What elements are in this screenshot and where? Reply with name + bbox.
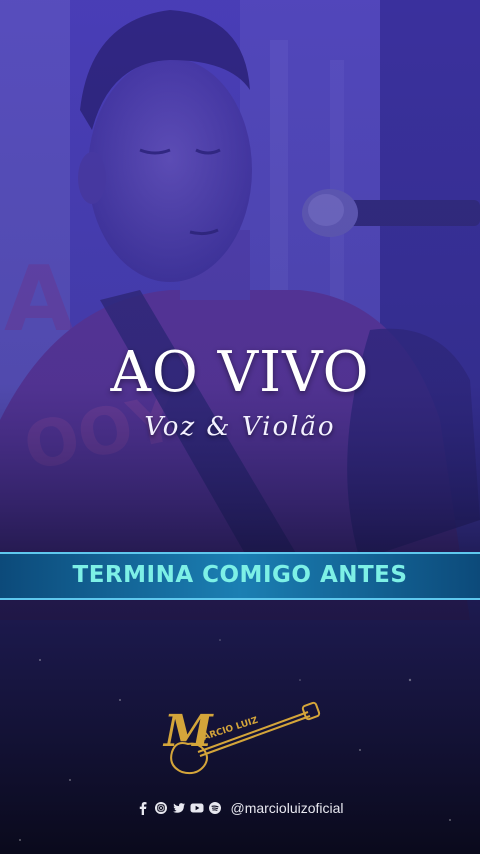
song-banner: TERMINA COMIGO ANTES (0, 552, 480, 600)
headline-title: AO VIVO (110, 340, 370, 405)
artist-logo: M ARCIO LUIZ (162, 701, 321, 775)
facebook-icon[interactable] (136, 801, 150, 815)
headline-subtitle: Voz & Violão (144, 412, 336, 442)
instagram-icon[interactable] (154, 801, 168, 815)
youtube-icon[interactable] (190, 801, 204, 815)
twitter-icon[interactable] (172, 801, 186, 815)
song-title: TERMINA COMIGO ANTES (72, 562, 408, 588)
social-bar: @marcioluizoficial (0, 798, 480, 818)
social-handle[interactable]: @marcioluizoficial (230, 800, 343, 816)
story-canvas: A OOY (0, 0, 480, 854)
spotify-icon[interactable] (208, 801, 222, 815)
